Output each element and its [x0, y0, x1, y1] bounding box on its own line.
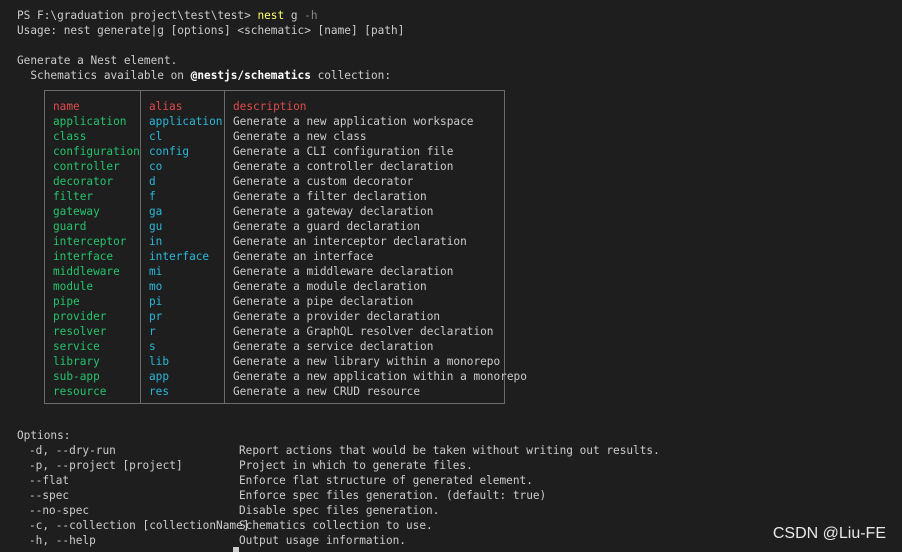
schematic-name: resource: [53, 385, 107, 398]
schematic-alias: co: [149, 160, 163, 173]
schematic-description: Generate a pipe declaration: [233, 295, 414, 308]
schematic-alias: gu: [149, 220, 163, 233]
schematic-description: Generate a GraphQL resolver declaration: [233, 325, 494, 338]
option-flag: --flat: [29, 474, 70, 487]
schematic-name: controller: [53, 160, 120, 173]
schematic-description: Generate a new library within a monorepo: [233, 355, 501, 368]
schematic-alias: lib: [149, 355, 170, 368]
schematic-alias: pi: [149, 295, 163, 308]
header-alias: alias: [149, 100, 183, 113]
schematic-description: Generate a gateway declaration: [233, 205, 434, 218]
schematic-name: middleware: [53, 265, 120, 278]
schematic-name: resolver: [53, 325, 107, 338]
option-flag: -p, --project [project]: [29, 459, 183, 472]
option-description: Enforce flat structure of generated elem…: [239, 474, 533, 487]
schematic-description: Generate a filter declaration: [233, 190, 427, 203]
schematic-description: Generate a module declaration: [233, 280, 427, 293]
option-flag: --spec: [29, 489, 70, 502]
schematic-description: Generate a middleware declaration: [233, 265, 454, 278]
schematic-name: decorator: [53, 175, 114, 188]
intro-prefix: Schematics available on: [17, 69, 191, 82]
usage-line: Usage: nest generate|g [options] <schema…: [17, 24, 405, 37]
schematic-name: service: [53, 340, 100, 353]
prompt-command: nest: [257, 9, 285, 22]
schematic-name: filter: [53, 190, 94, 203]
schematic-description: Generate a service declaration: [233, 340, 434, 353]
option-description: Schematics collection to use.: [239, 519, 433, 532]
schematic-alias: app: [149, 370, 170, 383]
option-description: Report actions that would be taken witho…: [239, 444, 660, 457]
prompt-flag: -h: [304, 9, 318, 22]
terminal-window[interactable]: PS F:\graduation project\test\test> nest…: [0, 0, 902, 552]
schematic-name: sub-app: [53, 370, 100, 383]
schematic-description: Generate a new CRUD resource: [233, 385, 421, 398]
schematic-alias: config: [149, 145, 190, 158]
option-description: Enforce spec files generation. (default:…: [239, 489, 547, 502]
header-description: description: [233, 100, 307, 113]
prompt-line: PS F:\graduation project\test\test> nest…: [17, 8, 318, 23]
schematic-alias: mo: [149, 280, 163, 293]
table-column-divider: [224, 91, 225, 403]
schematic-name: guard: [53, 220, 87, 233]
schematic-alias: interface: [149, 250, 210, 263]
intro-suffix: collection:: [310, 69, 392, 82]
schematic-description: Generate a guard declaration: [233, 220, 421, 233]
schematic-name: module: [53, 280, 94, 293]
schematic-alias: in: [149, 235, 163, 248]
schematic-description: Generate an interface: [233, 250, 374, 263]
schematic-alias: s: [149, 340, 156, 353]
schematic-description: Generate a custom decorator: [233, 175, 414, 188]
schematic-name: application: [53, 115, 127, 128]
table-column-divider: [140, 91, 141, 403]
schematic-alias: pr: [149, 310, 163, 323]
schematics-table: name alias description application applic…: [44, 90, 527, 404]
option-flag: -c, --collection [collectionName]: [29, 519, 250, 532]
schematic-description: Generate a controller declaration: [233, 160, 454, 173]
schematic-name: interceptor: [53, 235, 127, 248]
schematic-alias: d: [149, 175, 156, 188]
schematic-name: library: [53, 355, 100, 368]
prompt-subcommand: g: [290, 9, 298, 22]
options-title: Options:: [17, 429, 71, 442]
schematic-description: Generate a CLI configuration file: [233, 145, 454, 158]
schematic-alias: r: [149, 325, 156, 338]
schematic-description: Generate a provider declaration: [233, 310, 441, 323]
schematic-name: gateway: [53, 205, 100, 218]
collection-name: @nestjs/schematics: [190, 69, 311, 82]
schematic-description: Generate a new application within a mono…: [233, 370, 527, 383]
option-flag: -h, --help: [29, 534, 96, 547]
prompt-path: PS F:\graduation project\test\test>: [17, 9, 251, 22]
option-flag: -d, --dry-run: [29, 444, 116, 457]
option-description: Output usage information.: [239, 534, 406, 547]
schematic-alias: res: [149, 385, 170, 398]
schematic-name: provider: [53, 310, 107, 323]
option-flag: --no-spec: [29, 504, 90, 517]
schematic-alias: mi: [149, 265, 163, 278]
schematic-name: interface: [53, 250, 114, 263]
schematic-description: Generate a new class: [233, 130, 367, 143]
schematic-name: class: [53, 130, 87, 143]
schematic-description: Generate a new application workspace: [233, 115, 474, 128]
intro-line-2: Schematics available on @nestjs/schemati…: [17, 68, 391, 83]
schematic-name: pipe: [53, 295, 80, 308]
option-description: Disable spec files generation.: [239, 504, 440, 517]
schematic-alias: cl: [149, 130, 163, 143]
schematic-name: configuration: [53, 145, 140, 158]
intro-line-1: Generate a Nest element.: [17, 54, 178, 67]
option-description: Project in which to generate files.: [239, 459, 473, 472]
watermark: CSDN @Liu-FE: [772, 525, 886, 542]
schematic-description: Generate an interceptor declaration: [233, 235, 467, 248]
header-name: name: [53, 100, 80, 113]
schematic-alias: f: [149, 190, 156, 203]
schematic-alias: ga: [149, 205, 163, 218]
schematic-alias: application: [149, 115, 223, 128]
